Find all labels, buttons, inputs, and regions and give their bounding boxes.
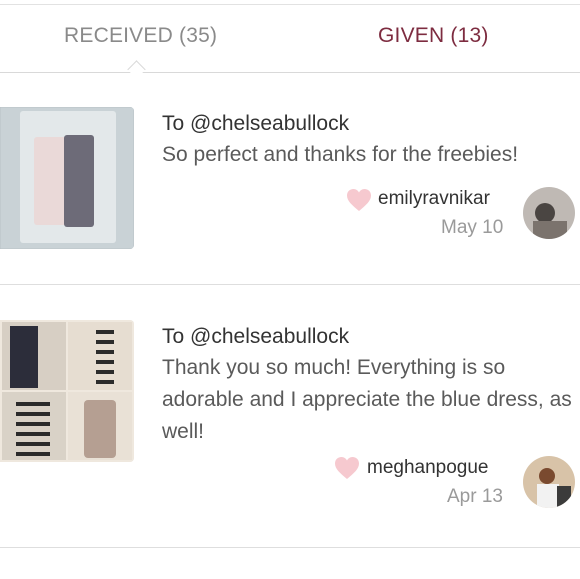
heart-icon bbox=[347, 189, 371, 211]
note-recipient: To @chelseabullock bbox=[162, 325, 350, 348]
note-message: So perfect and thanks for the freebies! bbox=[162, 143, 519, 166]
avatar-photo bbox=[523, 187, 575, 239]
note-message: Thank you so much! Everything is so ador… bbox=[162, 356, 572, 443]
avatar-photo bbox=[523, 456, 575, 508]
tab-received-count: (35) bbox=[179, 24, 218, 47]
note-date: May 10 bbox=[441, 217, 504, 238]
love-note-card: To @chelseabullock So perfect and thanks… bbox=[0, 73, 580, 285]
heart-icon bbox=[335, 457, 359, 479]
tab-received[interactable]: RECEIVED (35) bbox=[64, 24, 217, 48]
note-recipient: To @chelseabullock bbox=[162, 112, 350, 135]
listing-thumbnail[interactable] bbox=[0, 107, 134, 249]
listing-thumbnail[interactable] bbox=[0, 320, 134, 462]
card-divider bbox=[0, 547, 580, 548]
love-notes-tabs: RECEIVED (35) GIVEN (13) bbox=[0, 0, 580, 79]
author-avatar[interactable] bbox=[523, 187, 575, 239]
listing-photo bbox=[0, 320, 134, 462]
note-author[interactable]: meghanpogue bbox=[367, 457, 489, 479]
author-avatar[interactable] bbox=[523, 456, 575, 508]
tab-given[interactable]: GIVEN (13) bbox=[378, 24, 489, 48]
tab-received-label: RECEIVED bbox=[64, 24, 173, 47]
note-date: Apr 13 bbox=[447, 486, 503, 507]
note-author[interactable]: emilyravnikar bbox=[378, 188, 490, 210]
love-note-card: To @chelseabullock Thank you so much! Ev… bbox=[0, 285, 580, 548]
listing-photo bbox=[0, 107, 134, 249]
